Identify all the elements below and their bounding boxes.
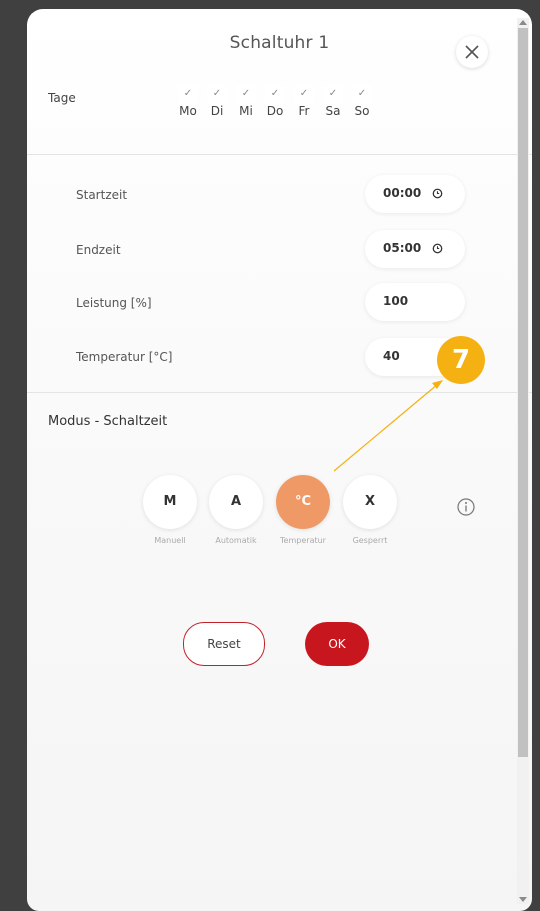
annotation-arrow — [333, 380, 443, 472]
annotation-badge: 7 — [437, 336, 485, 384]
